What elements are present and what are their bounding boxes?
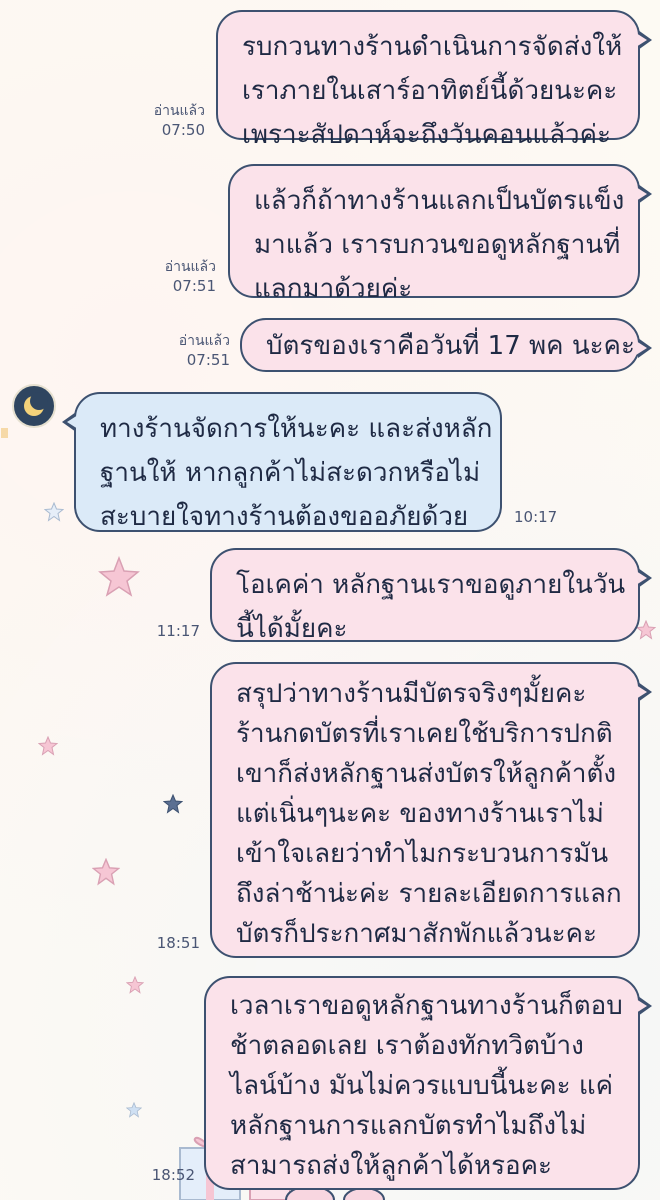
message-meta: 18:51 [157,934,200,953]
message-bubble-outgoing[interactable]: บัตรของเราคือวันที่ 17 พค นะคะ [240,318,652,372]
read-receipt: อ่านแล้ว [164,259,216,275]
star-decoration-icon [126,1102,142,1118]
message-meta: 18:52 [152,1166,195,1185]
message-line: หลักฐานการแลกบัตรทำไมถึงไม่ [230,1111,587,1141]
message-meta: อ่านแล้ว 07:51 [165,258,216,296]
message-line: เข้าใจเลยว่าทำไมกระบวนการมัน [236,839,609,869]
message-time: 07:50 [161,121,205,139]
message-line: ทางร้านจัดการให้นะคะ และส่งหลัก [100,414,493,444]
message-bubble-outgoing[interactable]: แล้วก็ถ้าทางร้านแลกเป็นบัตรแข็ง มาแล้ว เ… [228,164,652,304]
bubble-tail [636,682,652,702]
message-line: ฐานให้ หากลูกค้าไม่สะดวกหรือไม่ [100,458,481,488]
message-meta: อ่านแล้ว 07:51 [179,332,230,370]
message-line: นี้ได้มั้ยคะ [236,614,348,644]
message-line: แล้วก็ถ้าทางร้านแลกเป็นบัตรแข็ง [254,186,625,216]
message-line: ช้าตลอดเลย เราต้องทักทวิตบ้าง [230,1031,584,1061]
message-line: บัตรของเราคือวันที่ 17 พค นะคะ [266,331,635,361]
star-decoration-icon [126,976,144,994]
message-line: เพราะสัปดาห์จะถึงวันคอนแล้วค่ะ [242,120,611,150]
message-meta: 10:17 [514,508,557,527]
chat-area[interactable]: อ่านแล้ว 07:50 รบกวนทางร้านดำเนินการจัดส… [0,0,660,1200]
message-line: สามารถส่งให้ลูกค้าได้หรอคะ [230,1151,553,1181]
message-bubble-outgoing[interactable]: เวลาเราขอดูหลักฐานทางร้านก็ตอบ ช้าตลอดเล… [204,976,652,1190]
message-line: โอเคค่า หลักฐานเราขอดูภายในวัน [236,570,626,600]
message-line: ไลน์บ้าง มันไม่ควรแบบนี้นะคะ แค่ [230,1071,613,1101]
message-time: 07:51 [186,351,230,369]
message-line: แต่เนิ่นๆนะคะ ของทางร้านเราไม่ [236,799,604,829]
message-line: ร้านกดบัตรที่เราเคยใช้บริการปกติ [236,719,613,749]
bubble-tail [636,996,652,1016]
star-decoration-icon [38,736,58,756]
bubble-tail [62,412,78,432]
message-meta: 11:17 [157,622,200,641]
bubble-tail [636,184,652,204]
message-line: ถึงล่าช้าน่ะค่ะ รายละเอียดการแลก [236,879,622,909]
message-line: บัตรก็ประกาศมาสักพักแล้วนะคะ [236,919,597,949]
message-bubble-incoming[interactable]: ทางร้านจัดการให้นะคะ และส่งหลัก ฐานให้ ห… [62,392,502,532]
message-bubble-outgoing[interactable]: โอเคค่า หลักฐานเราขอดูภายในวัน นี้ได้มั้… [210,548,652,644]
message-time: 18:51 [156,934,200,952]
read-receipt: อ่านแล้ว [153,103,205,119]
message-line: แลกมาด้วยค่ะ [254,274,413,304]
message-time: 07:51 [172,277,216,295]
star-decoration-icon [92,858,120,886]
star-decoration-icon [44,502,64,522]
star-decoration-icon [98,556,140,597]
message-line: รบกวนทางร้านดำเนินการจัดส่งให้ [242,32,623,62]
message-line: สรุปว่าทางร้านมีบัตรจริงๆมั้ยคะ [236,679,587,709]
bubble-tail [636,568,652,588]
message-line: สะบายใจทางร้านต้องขออภัยด้วย [100,502,469,532]
read-receipt: อ่านแล้ว [178,333,230,349]
message-bubble-outgoing[interactable]: สรุปว่าทางร้านมีบัตรจริงๆมั้ยคะ ร้านกดบั… [210,662,652,958]
message-time: 11:17 [156,622,200,640]
message-bubble-outgoing[interactable]: รบกวนทางร้านดำเนินการจัดส่งให้ เราภายในเ… [216,10,652,150]
message-time: 10:17 [514,508,558,526]
star-decoration-icon [163,794,183,814]
message-meta: อ่านแล้ว 07:50 [154,102,205,140]
message-line: เวลาเราขอดูหลักฐานทางร้านก็ตอบ [230,991,623,1021]
message-line: เราภายในเสาร์อาทิตย์นี้ด้วยนะคะ [242,76,618,106]
message-time: 18:52 [151,1166,195,1184]
bubble-tail [636,338,652,358]
partner-avatar[interactable] [12,384,56,428]
message-line: มาแล้ว เรารบกวนขอดูหลักฐานที่ [254,230,621,260]
message-line: เขาก็ส่งหลักฐานส่งบัตรให้ลูกค้าตั้ง [236,759,617,789]
crescent-moon-icon [24,392,48,416]
sparkle-decoration-icon [1,428,8,438]
bubble-tail [636,30,652,50]
